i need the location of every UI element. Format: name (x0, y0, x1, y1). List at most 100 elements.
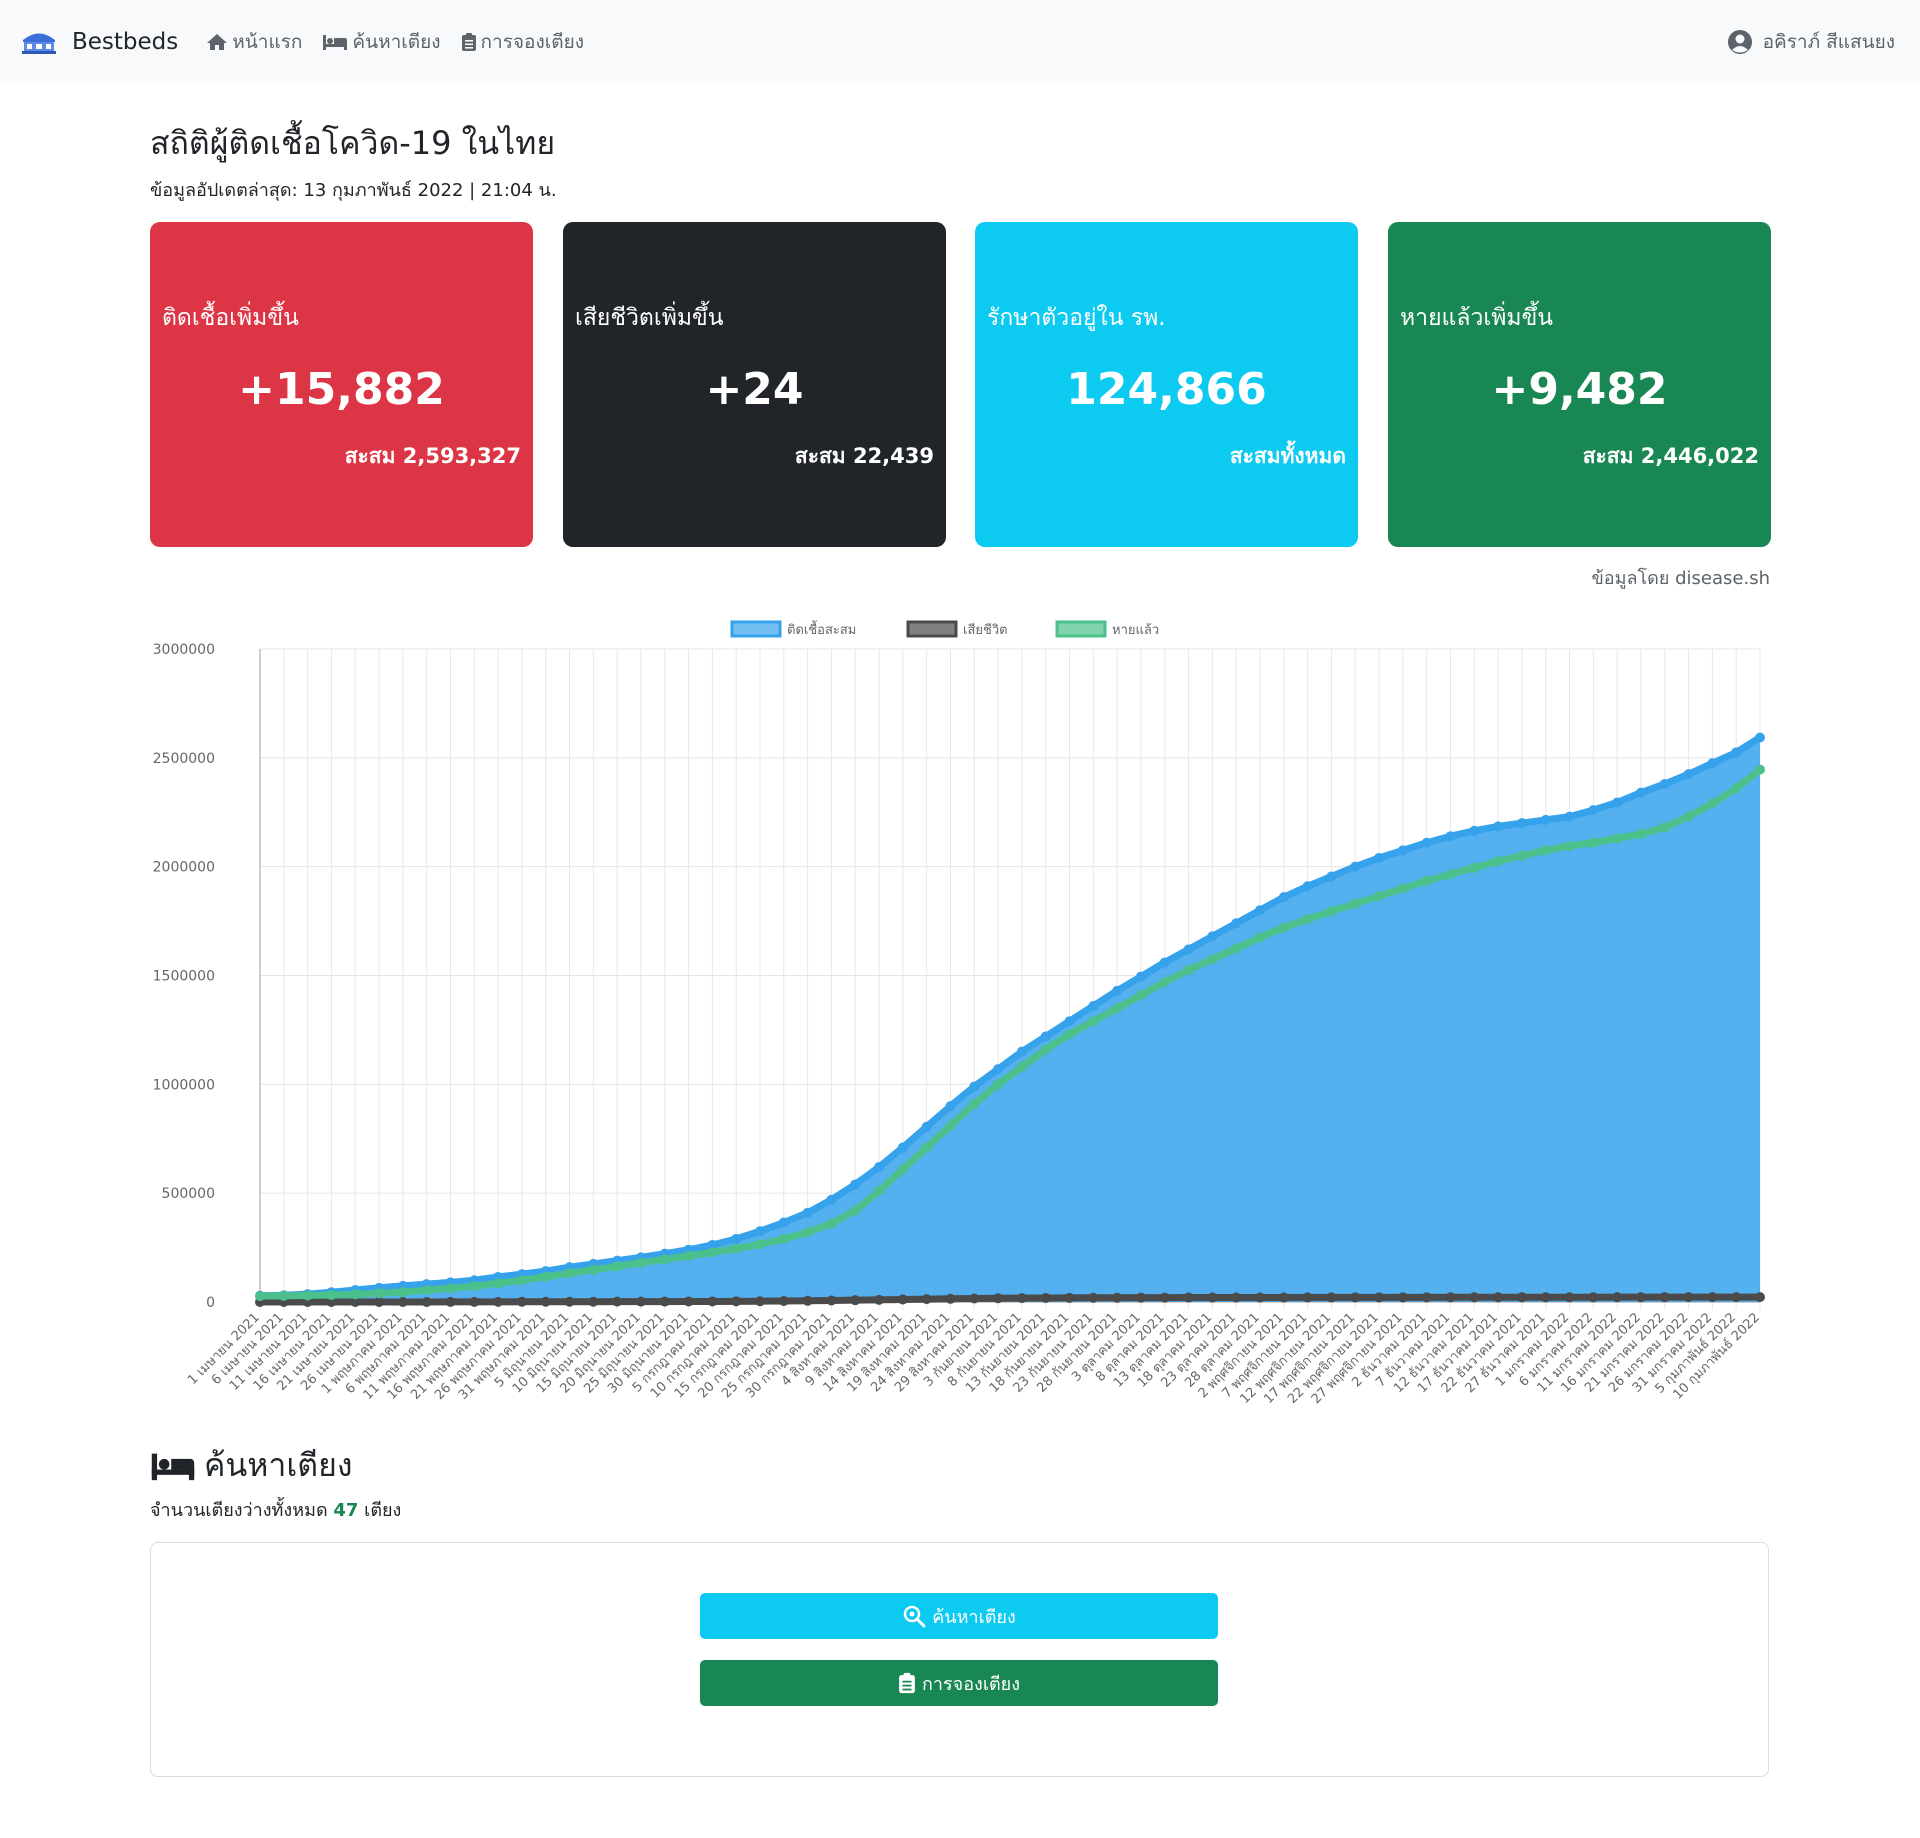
data-point (755, 1296, 765, 1307)
data-point (1659, 1292, 1670, 1303)
card-value: 124,866 (1066, 364, 1267, 415)
data-point (1302, 881, 1313, 892)
book-bed-button[interactable]: การจองเตียง (700, 1660, 1218, 1706)
data-point (1255, 1292, 1265, 1303)
data-point (1135, 1292, 1146, 1303)
data-point (1635, 1292, 1646, 1303)
data-point (564, 1296, 575, 1307)
card-value: +24 (705, 364, 804, 415)
card-title: รักษาตัวอยู่ใน รพ. (987, 305, 1166, 331)
y-tick-label: 3000000 (153, 642, 215, 658)
y-tick-label: 1000000 (153, 1077, 215, 1093)
data-point (493, 1296, 504, 1307)
data-point (445, 1283, 456, 1294)
nav-link-home[interactable]: หน้าแรก (206, 27, 302, 57)
data-point (826, 1218, 837, 1229)
data-point (778, 1295, 789, 1306)
user-menu[interactable]: อคิราภ์ สีแสนยง (1727, 0, 1895, 83)
data-point (1469, 862, 1480, 873)
data-point (707, 1247, 718, 1258)
data-point (1183, 965, 1194, 976)
data-point (374, 1288, 385, 1299)
data-point (1040, 1031, 1051, 1042)
nav-link-search-bed[interactable]: ค้นหาเตียง (322, 27, 441, 57)
data-point (635, 1257, 646, 1268)
data-point (612, 1261, 623, 1272)
data-point (1207, 931, 1218, 942)
bed-logo-icon (22, 33, 56, 54)
data-point (731, 1243, 742, 1254)
legend-label: ติดเชื้อสะสม (787, 620, 856, 638)
legend-label: หายแล้ว (1112, 623, 1159, 638)
covid-line-chart: 0 500000 1000000 1500000 2000000 2500000 30000… (153, 620, 1765, 1407)
data-point (1421, 837, 1432, 848)
data-point (1445, 869, 1456, 880)
data-point (1516, 850, 1527, 861)
data-point (802, 1227, 813, 1238)
data-point (1731, 783, 1742, 794)
data-point (707, 1296, 718, 1307)
brand-name: Bestbeds (72, 28, 179, 55)
search-icon (904, 1605, 926, 1628)
data-point (802, 1295, 813, 1306)
data-point (1040, 1292, 1051, 1303)
data-point (1183, 944, 1194, 955)
data-point (897, 1164, 908, 1175)
bed-icon (323, 34, 348, 50)
data-point (588, 1264, 599, 1275)
data-point (1112, 1292, 1123, 1303)
data-point (1755, 732, 1765, 743)
legend-swatch (730, 620, 782, 638)
data-point (397, 1286, 408, 1297)
data-point (1016, 1061, 1027, 1072)
data-point (469, 1281, 480, 1292)
brand[interactable]: Bestbeds (20, 27, 178, 57)
data-point (1731, 1292, 1742, 1303)
data-source: ข้อมูลโดย disease.sh (1591, 568, 1770, 589)
available-beds: จำนวนเตียงว่างทั้งหมด 47 เตียง (150, 1495, 401, 1524)
data-point (1659, 822, 1670, 833)
card-title: ติดเชื้อเพิ่มขึ้น (162, 305, 299, 331)
nav-link-booking-label: การจองเตียง (480, 30, 584, 53)
data-point (1755, 1292, 1765, 1303)
data-point (1635, 829, 1646, 840)
data-point (1421, 875, 1432, 886)
data-point (1540, 1292, 1551, 1303)
data-point (421, 1296, 432, 1307)
data-point (1326, 871, 1337, 882)
data-point (1374, 852, 1385, 863)
data-point (1755, 764, 1765, 775)
data-point (826, 1295, 837, 1306)
y-tick-label: 500000 (162, 1186, 215, 1202)
data-point (1374, 1292, 1385, 1303)
search-bed-button[interactable]: ค้นหาเตียง (700, 1593, 1218, 1639)
data-point (1326, 1292, 1337, 1303)
search-bed-button-label: ค้นหาเตียง (932, 1606, 1016, 1628)
available-beds-label: จำนวนเตียงว่างทั้งหมด (150, 1500, 328, 1521)
card-recovered: หายแล้วเพิ่มขึ้น +9,482 สะสม 2,446,022 (1388, 222, 1771, 547)
data-point (1588, 1292, 1599, 1303)
data-point (1493, 856, 1504, 867)
data-point (1231, 918, 1242, 929)
data-point (1159, 1292, 1170, 1303)
y-tick-label: 2000000 (153, 860, 215, 876)
data-point (778, 1233, 789, 1244)
data-point (1445, 831, 1456, 842)
data-point (1040, 1044, 1051, 1055)
data-point (921, 1121, 932, 1132)
data-point (1255, 905, 1265, 916)
data-point (564, 1268, 575, 1279)
data-point (1540, 845, 1551, 856)
data-point (1564, 840, 1575, 851)
data-point (302, 1290, 313, 1301)
data-point (755, 1226, 765, 1237)
data-point (1278, 1292, 1289, 1303)
data-point (1374, 891, 1385, 902)
data-point (1493, 1292, 1504, 1303)
data-point (516, 1275, 527, 1286)
data-point (588, 1296, 599, 1307)
navbar: Bestbeds หน้าแรก ค้นหาเตียง การจองเตียง … (0, 0, 1920, 83)
card-total: สะสม 2,593,327 (344, 444, 521, 468)
nav-link-booking[interactable]: การจองเตียง (461, 27, 584, 57)
data-point (1707, 798, 1718, 809)
